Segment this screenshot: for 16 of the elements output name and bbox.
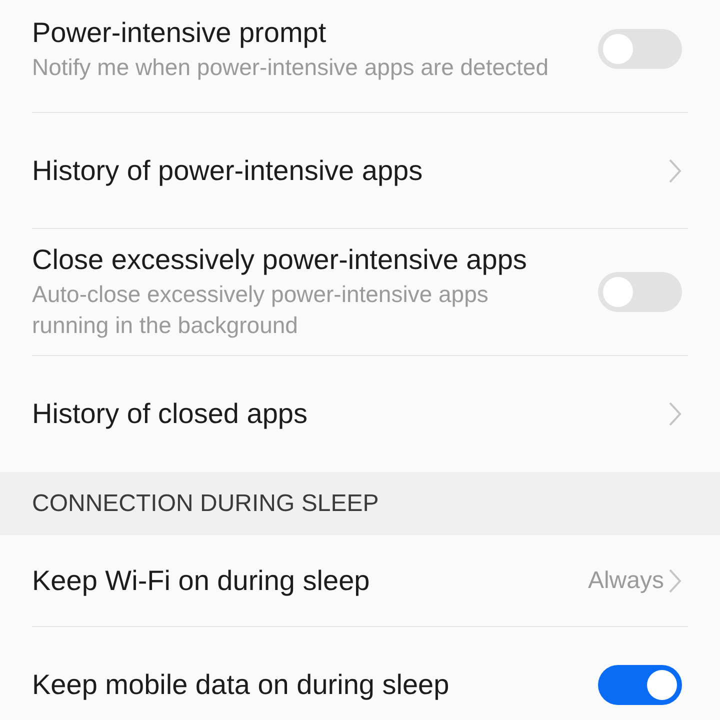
chevron-right-icon	[668, 401, 682, 427]
setting-title[interactable]: Keep Wi-Fi on during sleep	[32, 564, 588, 598]
chevron-right-icon	[668, 568, 682, 594]
setting-title[interactable]: History of power-intensive apps	[32, 154, 668, 188]
setting-value: Always	[588, 566, 664, 594]
toggle-switch[interactable]	[598, 272, 682, 312]
setting-title[interactable]: Close excessively power-intensive apps	[32, 243, 598, 277]
setting-description: Auto-close excessively power-intensive apps running in the background	[32, 280, 490, 340]
setting-description: Notify me when power-intensive apps are detected	[32, 52, 550, 82]
toggle-switch[interactable]	[598, 665, 682, 705]
setting-title[interactable]: Power-intensive prompt	[32, 16, 598, 50]
chevron-right-icon	[668, 158, 682, 184]
setting-title[interactable]: Keep mobile data on during sleep	[32, 668, 598, 702]
toggle-switch[interactable]	[598, 29, 682, 69]
setting-title[interactable]: History of closed apps	[32, 397, 668, 431]
section-header: CONNECTION DURING SLEEP	[0, 472, 720, 535]
